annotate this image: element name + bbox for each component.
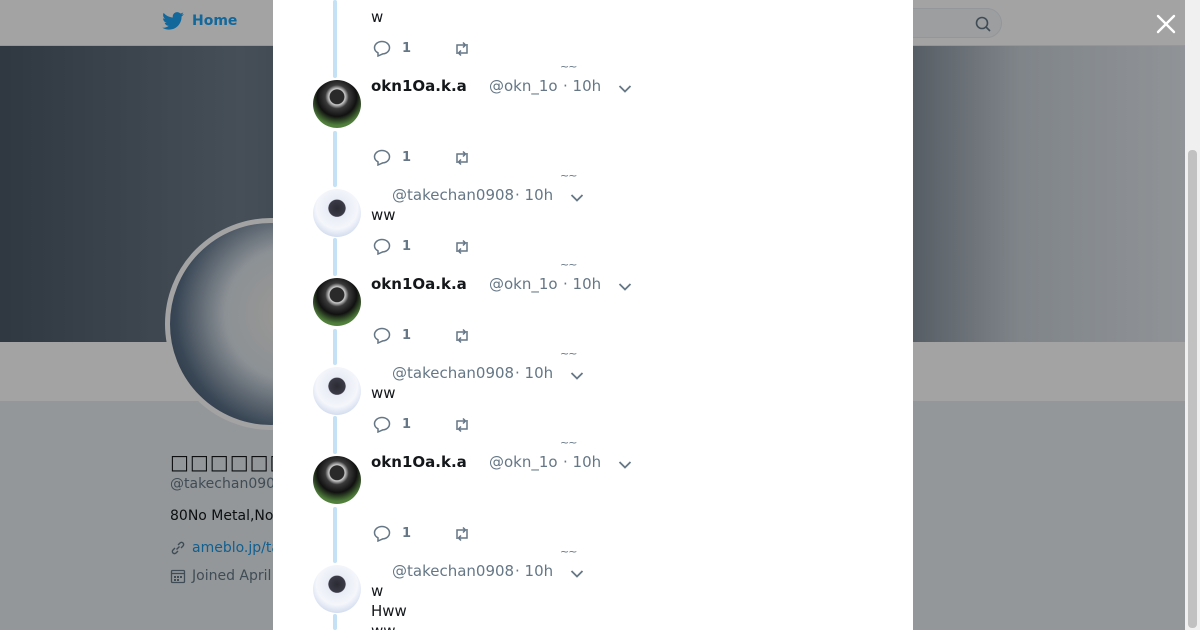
reply-icon	[373, 327, 391, 344]
reply-button[interactable]: 1	[373, 525, 411, 542]
thread-line	[333, 131, 337, 187]
thread-line	[333, 614, 337, 630]
tweet-text: w	[371, 8, 384, 26]
avatar[interactable]	[313, 278, 361, 326]
tweet-handle[interactable]: @takechan0908	[392, 562, 514, 580]
reply-icon	[373, 416, 391, 433]
tweet-time[interactable]: · 10h	[563, 77, 601, 95]
retweet-button[interactable]	[453, 526, 471, 542]
tilde-mark: ~~	[560, 347, 577, 360]
tweet-text: ww	[371, 206, 396, 224]
reply-count: 1	[402, 239, 412, 254]
chevron-down-icon[interactable]	[618, 84, 632, 94]
avatar[interactable]	[313, 565, 361, 613]
thread-line	[333, 0, 337, 78]
tweet-handle[interactable]: @takechan0908	[392, 364, 514, 382]
tilde-mark: ~~	[560, 169, 577, 182]
tweet-handle[interactable]: @okn_1o	[489, 77, 558, 95]
tilde-mark: ~~	[560, 258, 577, 271]
tilde-mark: ~~	[560, 436, 577, 449]
avatar[interactable]	[313, 367, 361, 415]
tweet-time[interactable]: · 10h	[515, 186, 553, 204]
reply-button[interactable]: 1	[373, 327, 411, 344]
thread-line	[333, 507, 337, 563]
tweet-time[interactable]: · 10h	[563, 453, 601, 471]
retweet-button[interactable]	[453, 41, 471, 57]
reply-button[interactable]: 1	[373, 149, 411, 166]
tweet-thread-modal: w 1 ~~ okn1Oa.k.a @okn_1o · 10h 1 ~~ @ta…	[273, 0, 913, 630]
thread-line	[333, 238, 337, 276]
reply-icon	[373, 40, 391, 57]
reply-count: 1	[402, 417, 412, 432]
thread-line	[333, 416, 337, 454]
avatar[interactable]	[313, 80, 361, 128]
retweet-button[interactable]	[453, 417, 471, 433]
scrollbar-thumb[interactable]	[1188, 150, 1197, 628]
reply-count: 1	[402, 150, 412, 165]
tweet-text-line: ww	[371, 622, 396, 630]
thread-line	[333, 329, 337, 365]
tweet-display-name[interactable]: okn1Oa.k.a	[371, 77, 467, 95]
tweet-text: ww	[371, 384, 396, 402]
scrollbar[interactable]	[1185, 0, 1200, 630]
retweet-button[interactable]	[453, 239, 471, 255]
chevron-down-icon[interactable]	[618, 282, 632, 292]
chevron-down-icon[interactable]	[570, 193, 584, 203]
reply-count: 1	[402, 41, 412, 56]
tilde-mark: ~~	[560, 545, 577, 558]
avatar[interactable]	[313, 189, 361, 237]
tweet-time[interactable]: · 10h	[563, 275, 601, 293]
tweet-text-line: Hww	[371, 602, 407, 620]
close-icon[interactable]	[1154, 12, 1178, 36]
reply-button[interactable]: 1	[373, 40, 411, 57]
tweet-display-name[interactable]: okn1Oa.k.a	[371, 275, 467, 293]
chevron-down-icon[interactable]	[570, 371, 584, 381]
reply-count: 1	[402, 526, 412, 541]
avatar[interactable]	[313, 456, 361, 504]
chevron-down-icon[interactable]	[570, 569, 584, 579]
retweet-button[interactable]	[453, 150, 471, 166]
retweet-button[interactable]	[453, 328, 471, 344]
tilde-mark: ~~	[560, 60, 577, 73]
reply-count: 1	[402, 328, 412, 343]
tweet-handle[interactable]: @okn_1o	[489, 275, 558, 293]
reply-button[interactable]: 1	[373, 416, 411, 433]
tweet-time[interactable]: · 10h	[515, 562, 553, 580]
tweet-handle[interactable]: @takechan0908	[392, 186, 514, 204]
tweet-display-name[interactable]: okn1Oa.k.a	[371, 453, 467, 471]
reply-icon	[373, 149, 391, 166]
tweet-text-line: w	[371, 582, 384, 600]
reply-icon	[373, 238, 391, 255]
chevron-down-icon[interactable]	[618, 460, 632, 470]
tweet-time[interactable]: · 10h	[515, 364, 553, 382]
reply-icon	[373, 525, 391, 542]
tweet-handle[interactable]: @okn_1o	[489, 453, 558, 471]
reply-button[interactable]: 1	[373, 238, 411, 255]
